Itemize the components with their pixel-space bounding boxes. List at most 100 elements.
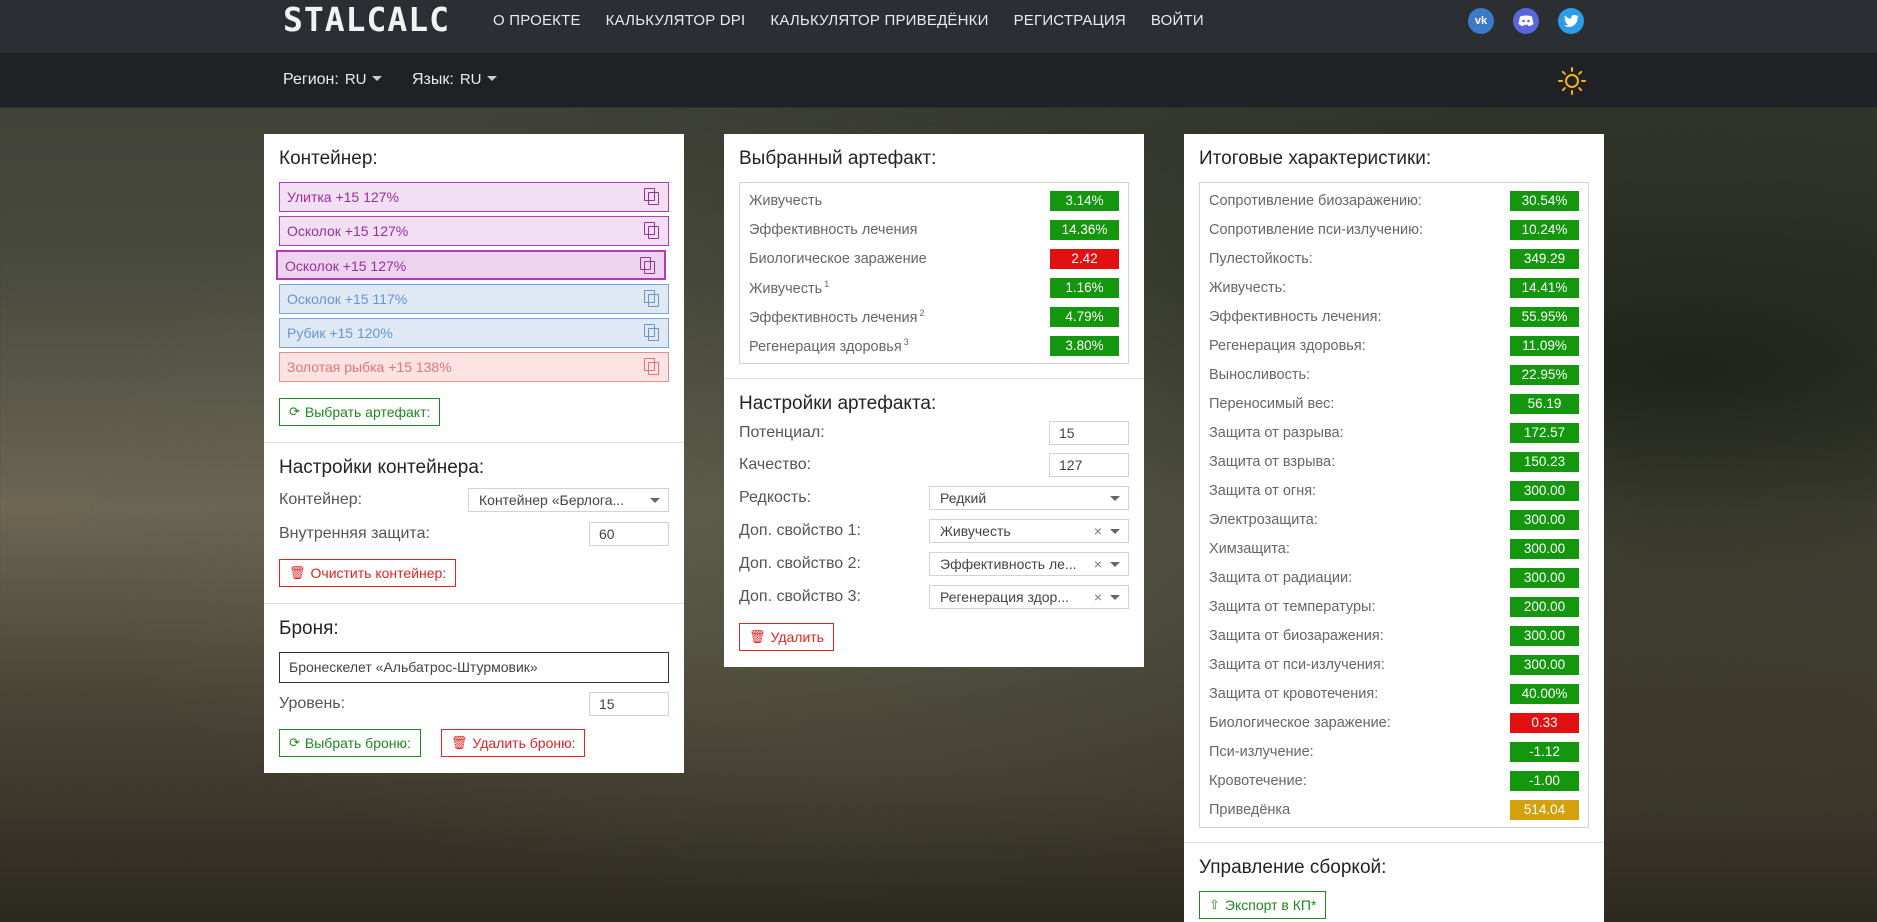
total-stat-row: Защита от кровотечения: 40.00% <box>1209 679 1579 708</box>
rarity-select[interactable]: Редкий <box>929 485 1129 510</box>
level-row: Уровень: 15 <box>279 687 669 721</box>
top-navbar: STALCALC О ПРОЕКТЕ КАЛЬКУЛЯТОР DPI КАЛЬК… <box>0 0 1877 53</box>
potential-input[interactable]: 15 <box>1049 421 1129 445</box>
artifact-slot-5[interactable]: Рубик +15 120% <box>279 318 669 348</box>
choose-artifact-button[interactable]: ⟳ Выбрать артефакт: <box>279 398 441 426</box>
artifact-label: Улитка +15 127% <box>287 189 399 205</box>
settings-bar: Регион: RU Язык: RU <box>0 53 1877 108</box>
nav-login[interactable]: ВОЙТИ <box>1151 11 1204 31</box>
clear-container-button[interactable]: 🗑 Очистить контейнер: <box>279 559 457 587</box>
total-stat-row: Живучесть: 14.41% <box>1209 273 1579 302</box>
total-stat-row: Электрозащита: 300.00 <box>1209 505 1579 534</box>
inner-protection-input[interactable]: 60 <box>589 522 669 546</box>
language-selector[interactable]: Язык: RU <box>412 71 497 89</box>
chevron-down-icon <box>1110 561 1120 567</box>
copy-icon[interactable] <box>644 358 660 376</box>
artifact-slot-1[interactable]: Улитка +15 127% <box>279 182 669 212</box>
level-input[interactable]: 15 <box>589 692 669 716</box>
trash-icon: 🗑 <box>450 735 468 750</box>
stat-label: Живучесть: <box>1209 279 1287 296</box>
delete-armor-button[interactable]: 🗑 Удалить броню: <box>440 729 586 757</box>
container-settings-title: Настройки контейнера: <box>279 457 485 478</box>
armor-field[interactable]: Бронескелет «Альбатрос-Штурмовик» <box>279 652 669 683</box>
clear-icon[interactable]: × <box>1094 520 1102 542</box>
stat-value-badge: 22.95% <box>1510 364 1579 385</box>
twitter-icon[interactable] <box>1558 8 1584 34</box>
stat-label: Защита от радиации: <box>1209 569 1353 586</box>
chevron-down-icon <box>486 76 497 81</box>
nav-register[interactable]: РЕГИСТРАЦИЯ <box>1014 11 1126 31</box>
stat-label: Пулестойкость: <box>1209 250 1313 267</box>
total-stat-row: Переносимый вес: 56.19 <box>1209 389 1579 418</box>
stat-value-badge: 3.80% <box>1050 335 1119 356</box>
nav-reduced-calculator[interactable]: КАЛЬКУЛЯТОР ПРИВЕДЁНКИ <box>770 11 988 31</box>
artifact-stat-row: Живучесть 3.14% <box>749 186 1119 215</box>
discord-icon[interactable] <box>1513 8 1539 34</box>
stat-value-badge: 10.24% <box>1510 219 1579 240</box>
stat-label: Защита от пси-излучения: <box>1209 656 1385 673</box>
theme-toggle-sun-icon[interactable] <box>1558 67 1586 95</box>
chevron-down-icon <box>1110 528 1120 534</box>
artifact-label: Осколок +15 127% <box>285 258 407 274</box>
total-stat-row: Защита от радиации: 300.00 <box>1209 563 1579 592</box>
artifact-slot-6[interactable]: Золотая рыбка +15 138% <box>279 352 669 382</box>
container-select[interactable]: Контейнер «Берлога... <box>468 488 669 512</box>
nav-about[interactable]: О ПРОЕКТЕ <box>493 11 581 31</box>
refresh-icon: ⟳ <box>289 404 300 419</box>
total-stat-row: Защита от температуры: 200.00 <box>1209 592 1579 621</box>
copy-icon[interactable] <box>644 324 660 342</box>
upload-icon: ⇧ <box>1209 897 1220 912</box>
copy-icon[interactable] <box>644 188 660 206</box>
container-title: Контейнер: <box>279 148 378 169</box>
total-stat-row: Регенерация здоровья: 11.09% <box>1209 331 1579 360</box>
container-section: Контейнер: Улитка +15 127% Осколок +15 1… <box>264 134 684 443</box>
site-logo[interactable]: STALCALC <box>283 2 450 38</box>
artifact-panel: Выбранный артефакт: Живучесть 3.14% Эффек… <box>724 134 1144 667</box>
extra-property-2-select[interactable]: Эффективность ле... × <box>929 551 1129 576</box>
stat-value-badge: 172.57 <box>1510 422 1579 443</box>
copy-icon[interactable] <box>644 290 660 308</box>
inner-protection-row: Внутренняя защита: 60 <box>279 517 669 551</box>
stat-label: Эффективность лечения <box>749 221 918 238</box>
stat-label: Электрозащита: <box>1209 511 1318 528</box>
extra-property-3-select[interactable]: Регенерация здор... × <box>929 584 1129 609</box>
copy-icon[interactable] <box>640 257 656 275</box>
copy-icon[interactable] <box>644 222 660 240</box>
export-label: Экспорт в КП* <box>1224 897 1317 913</box>
stat-value-badge: 14.41% <box>1510 277 1579 298</box>
stat-label: Живучесть <box>749 192 823 209</box>
armor-title: Броня: <box>279 618 339 639</box>
stat-value-badge: 14.36% <box>1050 219 1119 240</box>
stat-label: Регенерация здоровья: <box>1209 337 1366 354</box>
artifact-stat-row: Регенерация здоровья 3 3.80% <box>749 331 1119 360</box>
stat-value-badge: -1.00 <box>1510 770 1579 791</box>
total-stat-row: Выносливость: 22.95% <box>1209 360 1579 389</box>
extra-property-3-row: Доп. свойство 3: Регенерация здор... × <box>739 580 1129 613</box>
stat-value-badge: 2.42 <box>1050 248 1119 269</box>
nav-dpi-calculator[interactable]: КАЛЬКУЛЯТОР DPI <box>606 11 746 31</box>
export-button[interactable]: ⇧ Экспорт в КП* <box>1199 891 1327 919</box>
container-panel: Контейнер: Улитка +15 127% Осколок +15 1… <box>264 134 684 773</box>
build-management-section: Управление сборкой: ⇧ Экспорт в КП* <box>1184 843 1604 922</box>
extra-property-3-label: Доп. свойство 3: <box>739 587 861 605</box>
extra-property-1-select[interactable]: Живучесть × <box>929 518 1129 543</box>
total-stat-row: Защита от огня: 300.00 <box>1209 476 1579 505</box>
artifact-slot-2[interactable]: Осколок +15 127% <box>279 216 669 246</box>
container-settings-section: Настройки контейнера: Контейнер: Контейн… <box>264 443 684 604</box>
artifact-stat-row: Эффективность лечения 2 4.79% <box>749 302 1119 331</box>
vk-icon[interactable]: vk <box>1468 8 1494 34</box>
stat-value-badge: 200.00 <box>1510 596 1579 617</box>
clear-icon[interactable]: × <box>1094 586 1102 608</box>
stat-value-badge: 30.54% <box>1510 190 1579 211</box>
delete-artifact-button[interactable]: 🗑 Удалить <box>739 623 834 651</box>
extra-property-1-value: Живучесть <box>940 522 1011 539</box>
choose-armor-button[interactable]: ⟳ Выбрать броню: <box>279 729 421 757</box>
stat-label: Химзащита: <box>1209 540 1290 557</box>
artifact-slot-3[interactable]: Осколок +15 127% <box>276 250 666 280</box>
stat-label: Сопротивление пси-излучению: <box>1209 221 1423 238</box>
region-selector[interactable]: Регион: RU <box>283 71 382 89</box>
artifact-slot-4[interactable]: Осколок +15 117% <box>279 284 669 314</box>
clear-icon[interactable]: × <box>1094 553 1102 575</box>
total-stat-row: Эффективность лечения: 55.95% <box>1209 302 1579 331</box>
quality-input[interactable]: 127 <box>1049 453 1129 477</box>
